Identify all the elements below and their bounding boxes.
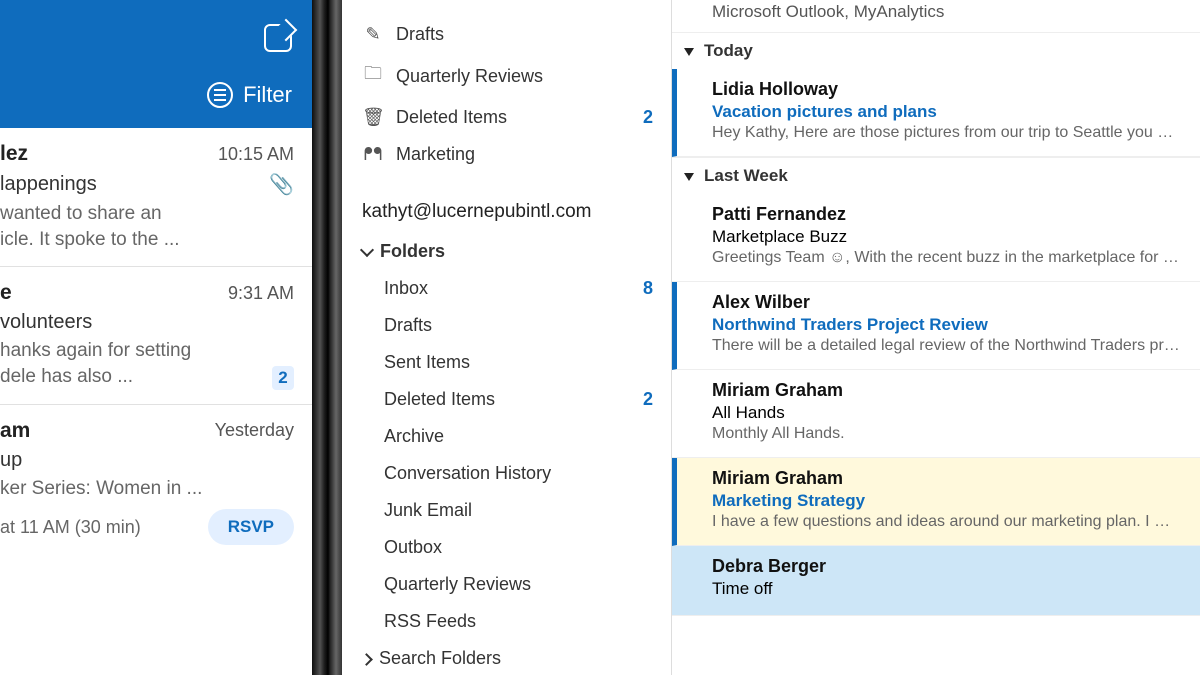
group-header-today[interactable]: Today bbox=[672, 32, 1200, 69]
mobile-message-item[interactable]: e 9:31 AM volunteers hanks again for set… bbox=[0, 267, 312, 404]
folder-archive[interactable]: Archive bbox=[362, 418, 661, 455]
folder-sent-items[interactable]: Sent Items bbox=[362, 344, 661, 381]
message-item[interactable]: Debra Berger Time off bbox=[672, 546, 1200, 616]
message-item[interactable]: Patti Fernandez Marketplace Buzz Greetin… bbox=[672, 194, 1200, 282]
time: Yesterday bbox=[215, 420, 294, 441]
count: 8 bbox=[643, 278, 661, 299]
favorite-quarterly-reviews[interactable]: 🗀 Quarterly Reviews bbox=[362, 53, 661, 99]
thread-count-badge: 2 bbox=[272, 366, 294, 390]
mobile-message-item[interactable]: lez 10:15 AM lappenings 📎 wanted to shar… bbox=[0, 128, 312, 267]
mobile-message-list[interactable]: lez 10:15 AM lappenings 📎 wanted to shar… bbox=[0, 128, 312, 675]
folder-drafts[interactable]: Drafts bbox=[362, 307, 661, 344]
message-item[interactable]: Alex Wilber Northwind Traders Project Re… bbox=[672, 282, 1200, 370]
trash-icon: 🗑 bbox=[362, 107, 384, 128]
subject: Time off bbox=[712, 579, 1182, 599]
time: 10:15 AM bbox=[218, 144, 294, 165]
folders-header[interactable]: Folders bbox=[362, 241, 661, 262]
event-time: at 11 AM (30 min) bbox=[0, 517, 141, 538]
preview: I have a few questions and ideas around … bbox=[712, 513, 1182, 531]
message-item[interactable]: Miriam Graham All Hands Monthly All Hand… bbox=[672, 370, 1200, 458]
favorite-drafts[interactable]: ✎ Drafts bbox=[362, 16, 661, 53]
preview: Hey Kathy, Here are those pictures from … bbox=[712, 124, 1182, 142]
folder-deleted-items[interactable]: Deleted Items2 bbox=[362, 381, 661, 418]
folder-rss-feeds[interactable]: RSS Feeds bbox=[362, 603, 661, 640]
preview: Monthly All Hands. bbox=[712, 425, 1182, 443]
sender: Lidia Holloway bbox=[712, 79, 1182, 100]
header-fragment: Microsoft Outlook, MyAnalytics bbox=[672, 0, 1200, 32]
folder-junk-email[interactable]: Junk Email bbox=[362, 492, 661, 529]
preview: wanted to share an icle. It spoke to the… bbox=[0, 201, 294, 252]
subject: Marketing Strategy bbox=[712, 491, 1182, 511]
preview: hanks again for setting dele has also ..… bbox=[0, 338, 294, 389]
account-label[interactable]: kathyt@lucernepubintl.com bbox=[362, 201, 661, 223]
folder-list: Inbox8 Drafts Sent Items Deleted Items2 … bbox=[362, 270, 661, 640]
message-item[interactable]: Lidia Holloway Vacation pictures and pla… bbox=[672, 69, 1200, 157]
group-icon: ᖰᖳ bbox=[362, 144, 384, 165]
favorites-list: ✎ Drafts 🗀 Quarterly Reviews 🗑 Deleted I… bbox=[362, 16, 661, 173]
compose-icon[interactable] bbox=[264, 24, 292, 52]
mobile-outlook-pane: Filter lez 10:15 AM lappenings 📎 wanted … bbox=[0, 0, 312, 675]
subject: All Hands bbox=[712, 403, 1182, 423]
sender: am bbox=[0, 419, 30, 443]
sender: Alex Wilber bbox=[712, 292, 1182, 313]
sender: Patti Fernandez bbox=[712, 204, 1182, 225]
filter-icon bbox=[207, 82, 233, 108]
label: Marketing bbox=[396, 144, 475, 165]
phone-bezel bbox=[312, 0, 342, 675]
sender: e bbox=[0, 281, 12, 305]
subject: volunteers bbox=[0, 311, 92, 334]
label: Quarterly Reviews bbox=[396, 66, 543, 87]
filter-button[interactable]: Filter bbox=[207, 82, 292, 108]
preview: ker Series: Women in ... bbox=[0, 476, 294, 502]
folder-inbox[interactable]: Inbox8 bbox=[362, 270, 661, 307]
folder-conversation-history[interactable]: Conversation History bbox=[362, 455, 661, 492]
desktop-folder-pane: ✎ Drafts 🗀 Quarterly Reviews 🗑 Deleted I… bbox=[342, 0, 672, 675]
subject: Marketplace Buzz bbox=[712, 227, 1182, 247]
desktop-message-list: Microsoft Outlook, MyAnalytics Today Lid… bbox=[672, 0, 1200, 675]
count: 2 bbox=[643, 107, 661, 128]
attachment-icon: 📎 bbox=[269, 172, 294, 197]
collapse-icon bbox=[684, 41, 698, 61]
drafts-icon: ✎ bbox=[362, 24, 384, 45]
folder-quarterly-reviews[interactable]: Quarterly Reviews bbox=[362, 566, 661, 603]
sender: Debra Berger bbox=[712, 556, 1182, 577]
time: 9:31 AM bbox=[228, 283, 294, 304]
favorite-marketing[interactable]: ᖰᖳ Marketing bbox=[362, 136, 661, 173]
sender: Miriam Graham bbox=[712, 468, 1182, 489]
mobile-header: Filter bbox=[0, 0, 312, 128]
message-item[interactable]: Miriam Graham Marketing Strategy I have … bbox=[672, 458, 1200, 546]
chevron-right-icon bbox=[362, 648, 371, 669]
label: Deleted Items bbox=[396, 107, 507, 128]
sender: Miriam Graham bbox=[712, 380, 1182, 401]
preview: There will be a detailed legal review of… bbox=[712, 337, 1182, 355]
rsvp-button[interactable]: RSVP bbox=[208, 509, 294, 545]
filter-label: Filter bbox=[243, 82, 292, 108]
subject: lappenings bbox=[0, 173, 97, 196]
subject: up bbox=[0, 449, 22, 472]
count: 2 bbox=[643, 389, 661, 410]
subject: Northwind Traders Project Review bbox=[712, 315, 1182, 335]
group-header-last-week[interactable]: Last Week bbox=[672, 157, 1200, 194]
chevron-down-icon bbox=[362, 241, 372, 262]
label: Drafts bbox=[396, 24, 444, 45]
subject: Vacation pictures and plans bbox=[712, 102, 1182, 122]
search-folders[interactable]: Search Folders bbox=[362, 640, 661, 675]
mobile-message-item[interactable]: am Yesterday up ker Series: Women in ...… bbox=[0, 405, 312, 560]
favorite-deleted-items[interactable]: 🗑 Deleted Items 2 bbox=[362, 99, 661, 136]
folder-outbox[interactable]: Outbox bbox=[362, 529, 661, 566]
sender: lez bbox=[0, 142, 28, 166]
collapse-icon bbox=[684, 166, 698, 186]
preview: Greetings Team ☺, With the recent buzz i… bbox=[712, 249, 1182, 267]
folder-icon: 🗀 bbox=[362, 61, 384, 91]
